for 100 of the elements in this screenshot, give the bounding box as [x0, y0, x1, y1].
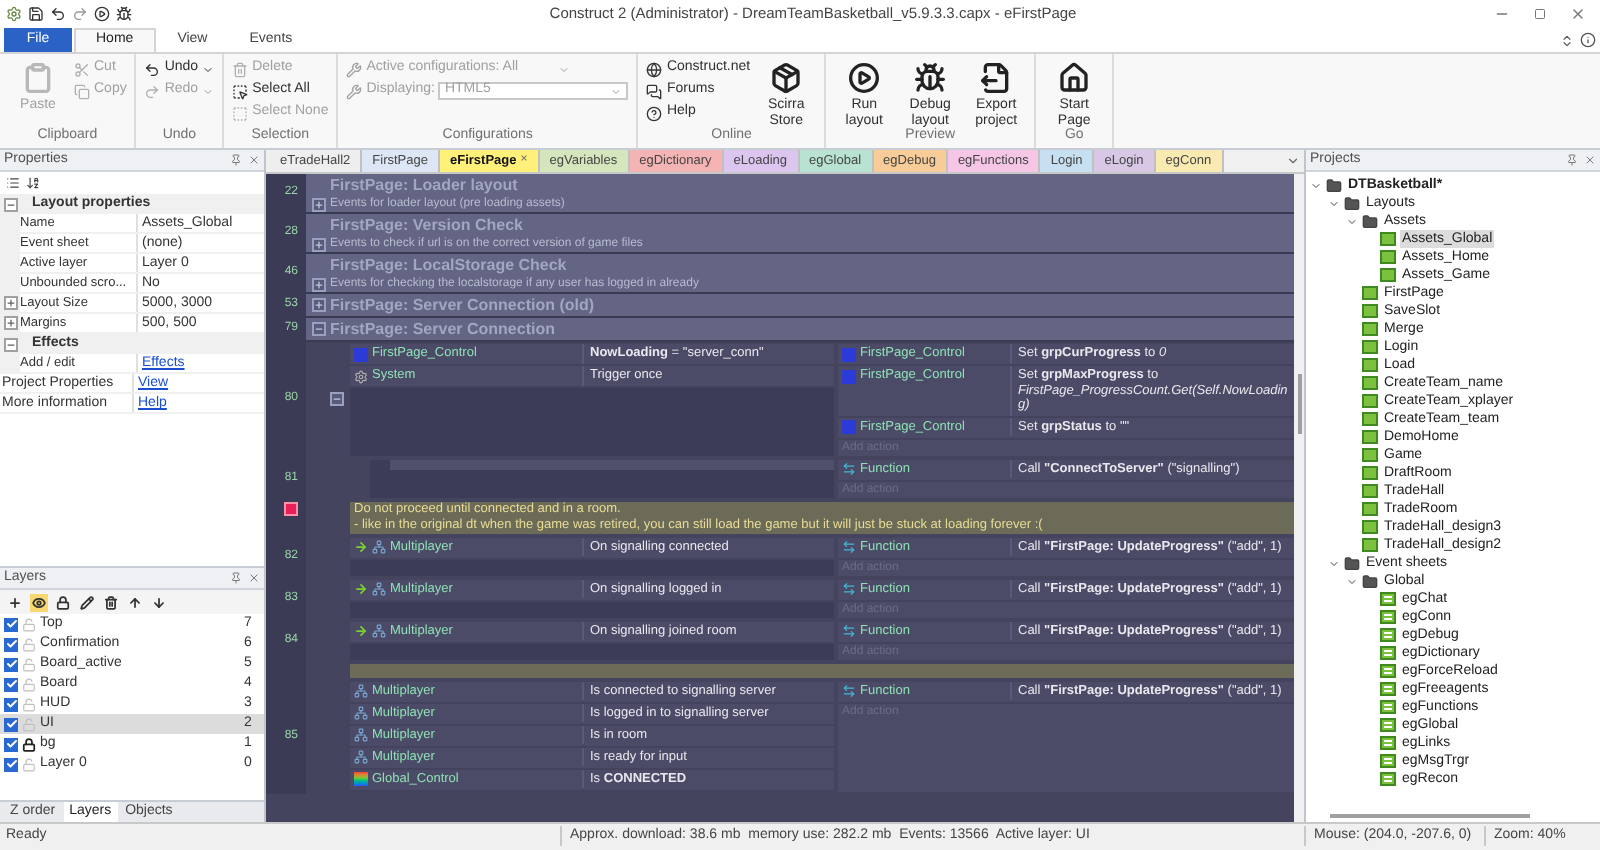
trigger-arrow-icon [354, 582, 368, 596]
function-icon [842, 624, 856, 638]
export-icon [980, 62, 1013, 94]
function-icon [842, 540, 856, 554]
trigger-arrow-icon [354, 624, 368, 638]
close-icon[interactable] [248, 154, 260, 166]
event-sheet-icon [1380, 646, 1396, 660]
event-sheet-icon [1380, 682, 1396, 696]
lock-icon[interactable] [54, 593, 72, 611]
selection-icon [232, 83, 249, 99]
sprite-icon [842, 420, 856, 434]
caret-icon [610, 85, 623, 97]
sprite-icon [354, 347, 368, 361]
close-icon[interactable] [248, 572, 260, 584]
globe-icon [646, 61, 663, 77]
info-icon[interactable] [1580, 32, 1596, 48]
event-sheet-icon [1380, 592, 1396, 606]
caret-icon [558, 63, 571, 75]
event-sheet-icon [1380, 628, 1396, 642]
group-title: FirstPage: Version Check [330, 214, 523, 236]
network-icon [372, 582, 386, 596]
chat-icon [646, 83, 663, 99]
undo-icon [144, 61, 161, 77]
network-icon [354, 684, 368, 698]
group-title: FirstPage: LocalStorage Check [330, 254, 567, 276]
trash-icon [232, 61, 249, 77]
close-icon[interactable] [1584, 154, 1596, 166]
pin-icon[interactable] [1566, 154, 1578, 166]
play-icon[interactable] [94, 6, 110, 22]
box-icon [770, 62, 803, 94]
expand-toggle[interactable] [329, 392, 343, 407]
chevron-icon[interactable] [1328, 557, 1340, 569]
visibility-checkbox[interactable] [4, 637, 18, 651]
scissors-icon [74, 61, 90, 77]
visibility-checkbox[interactable] [4, 737, 18, 751]
expand-toggle[interactable] [312, 277, 326, 291]
group-title: FirstPage: Server Connection (old) [330, 294, 595, 316]
chevron-icon[interactable] [1310, 179, 1322, 191]
network-icon [372, 624, 386, 638]
expand-toggle[interactable] [312, 197, 326, 211]
group-title: FirstPage: Server Connection [330, 318, 555, 340]
event-sheet-icon [1380, 700, 1396, 714]
add-icon[interactable] [6, 593, 24, 611]
down-arrow-icon[interactable] [150, 593, 168, 611]
visibility-checkbox[interactable] [4, 677, 18, 691]
function-icon [842, 462, 856, 476]
visibility-checkbox[interactable] [4, 617, 18, 631]
categorized-icon[interactable] [6, 176, 20, 190]
event-sheet-icon [1380, 736, 1396, 750]
pin-icon[interactable] [230, 154, 242, 166]
chevron-icon[interactable] [1328, 197, 1340, 209]
sort-icon[interactable] [26, 176, 40, 190]
visibility-checkbox[interactable] [4, 717, 18, 731]
rainbow-square-icon [354, 772, 368, 786]
wrench-icon [346, 83, 363, 99]
network-icon [372, 540, 386, 554]
bug-icon[interactable] [116, 6, 132, 22]
visibility-checkbox[interactable] [4, 657, 18, 671]
updown-icon[interactable] [1560, 34, 1574, 48]
help-icon [646, 105, 663, 121]
eye-icon[interactable] [30, 593, 48, 611]
home-icon [1058, 62, 1091, 94]
pencil-icon[interactable] [78, 593, 96, 611]
lock-icon[interactable] [22, 737, 36, 751]
wrench-icon [346, 61, 363, 77]
visibility-checkbox[interactable] [4, 697, 18, 711]
event-sheet-icon [1380, 772, 1396, 786]
expand-toggle[interactable] [312, 322, 326, 336]
expand-toggle[interactable] [312, 298, 326, 312]
close-icon[interactable] [1570, 6, 1586, 22]
save-icon[interactable] [28, 6, 44, 22]
pin-icon[interactable] [230, 572, 242, 584]
function-icon [842, 582, 856, 596]
up-arrow-icon[interactable] [126, 593, 144, 611]
event-sheet-icon [1380, 754, 1396, 768]
event-sheet-icon [1380, 664, 1396, 678]
copy-icon [74, 83, 90, 99]
expand-toggle[interactable] [4, 197, 18, 211]
undo-icon[interactable] [50, 6, 66, 22]
event-sheet-icon [1380, 610, 1396, 624]
network-icon [354, 706, 368, 720]
expand-toggle[interactable] [312, 237, 326, 251]
visibility-checkbox[interactable] [4, 757, 18, 771]
group-title: FirstPage: Loader layout [330, 174, 518, 196]
redo-icon [144, 83, 161, 99]
chevron-icon[interactable] [1346, 575, 1358, 587]
expand-toggle[interactable] [4, 337, 18, 351]
app-icon [6, 6, 22, 22]
bug-icon [914, 62, 947, 94]
tab-list-icon[interactable] [1286, 154, 1300, 168]
trigger-arrow-icon [354, 540, 368, 554]
comment-icon [284, 501, 298, 515]
chevron-icon[interactable] [1346, 215, 1358, 227]
redo-icon[interactable] [72, 6, 88, 22]
event-sheet-icon [1380, 718, 1396, 732]
maximize-icon[interactable] [1534, 8, 1546, 20]
scrollbar[interactable] [1294, 174, 1304, 822]
trash-icon[interactable] [102, 593, 120, 611]
play-icon [848, 62, 881, 94]
network-icon [354, 750, 368, 764]
